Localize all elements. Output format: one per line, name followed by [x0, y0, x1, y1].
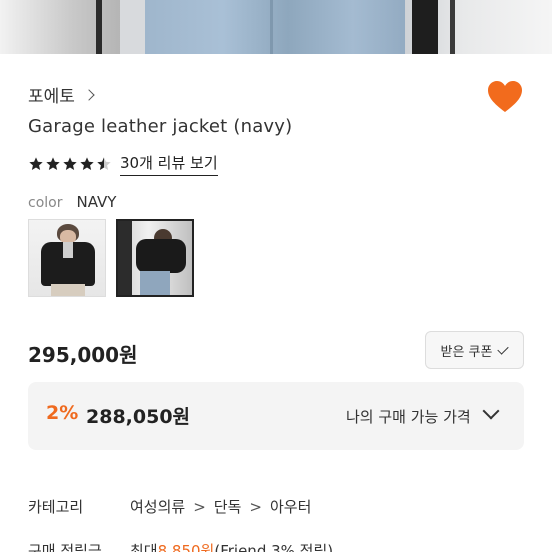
chevron-right-icon: >: [193, 497, 206, 516]
rating-row: 30개 리뷰 보기: [28, 152, 218, 176]
member-discount: 2%: [46, 402, 79, 424]
star-icon: [29, 157, 43, 170]
category-link-women[interactable]: 여성의류: [130, 496, 185, 517]
points-value: 8,850원: [157, 542, 215, 552]
color-row: color NAVY: [28, 193, 116, 211]
category-key: 카테고리: [28, 498, 84, 516]
chevron-down-icon[interactable]: [482, 402, 500, 420]
product-hero-image: [0, 0, 552, 54]
category-row: 카테고리 여성의류 > 단독 > 아우터: [28, 496, 311, 517]
product-title: Garage leather jacket (navy): [28, 116, 293, 137]
brand-link[interactable]: 포에토: [28, 82, 95, 107]
check-icon: [497, 342, 510, 355]
member-price-label: 나의 구매 가능 가격: [346, 408, 471, 426]
coupon-button[interactable]: 받은 쿠폰: [425, 331, 524, 369]
review-link[interactable]: 30개 리뷰 보기: [120, 152, 218, 176]
member-price-box[interactable]: 2% 288,050원 나의 구매 가능 가격: [28, 382, 524, 450]
chevron-right-icon: [83, 88, 95, 101]
coupon-button-label: 받은 쿠폰: [440, 344, 493, 360]
category-link-exclusive[interactable]: 단독: [214, 496, 242, 517]
chevron-right-icon: >: [249, 497, 262, 516]
star-icon: [46, 157, 60, 170]
star-half-icon: [97, 157, 111, 170]
star-icon: [63, 157, 77, 170]
points-key: 구매 적립금: [28, 542, 102, 552]
category-link-outer[interactable]: 아우터: [270, 496, 311, 517]
points-suffix: (Friend 3% 적립): [214, 542, 334, 552]
member-price: 288,050원: [86, 406, 191, 428]
color-value: NAVY: [76, 193, 117, 211]
star-icon: [80, 157, 94, 170]
points-row: 구매 적립금 최대 8,850원 (Friend 3% 적립): [28, 540, 333, 552]
color-label: color: [28, 195, 63, 211]
product-thumbnail-1[interactable]: [28, 219, 106, 297]
brand-name: 포에토: [28, 87, 75, 107]
rating-stars: [28, 156, 112, 172]
original-price: 295,000원: [28, 343, 138, 367]
product-thumbnail-2[interactable]: [116, 219, 194, 297]
points-prefix: 최대: [130, 542, 158, 552]
heart-icon[interactable]: [487, 80, 523, 114]
